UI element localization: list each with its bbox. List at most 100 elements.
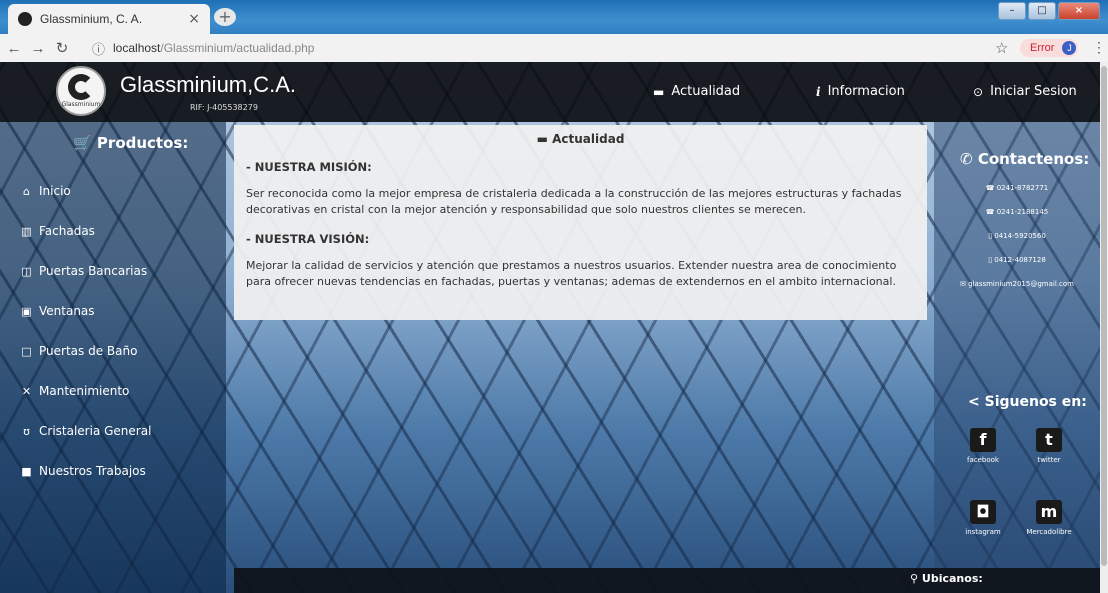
profile-error-button[interactable]: Error J: [1020, 39, 1079, 57]
sidebar-item-cristaleria[interactable]: ʊ Cristaleria General: [20, 424, 151, 438]
site-footer: ⚲ Ubicanos:: [234, 568, 1100, 593]
url-host: localhost: [113, 41, 161, 55]
vision-text: Mejorar la calidad de servicios y atenci…: [246, 259, 897, 288]
facebook-link[interactable]: f facebook: [953, 428, 1013, 464]
sidebar-item-mantenimiento[interactable]: ✕ Mantenimiento: [20, 384, 130, 398]
home-icon: ⌂: [23, 184, 30, 198]
instagram-link[interactable]: ◘ instagram: [953, 500, 1013, 536]
maximize-button[interactable]: □: [1028, 2, 1056, 20]
sidebar-item-inicio[interactable]: ⌂ Inicio: [20, 184, 71, 198]
facebook-label: facebook: [967, 456, 999, 464]
logo-mark-icon: [68, 74, 94, 100]
page-scrollbar[interactable]: [1100, 62, 1108, 593]
tab-close-icon[interactable]: ×: [188, 11, 200, 27]
sidebar-item-label: Puertas Bancarias: [39, 264, 148, 278]
sidebar-item-label: Puertas de Baño: [39, 344, 138, 358]
facebook-icon: f: [970, 428, 996, 452]
sidebar-item-label: Mantenimiento: [39, 384, 130, 398]
calendar-icon: ▬: [653, 84, 665, 99]
ubicanos-label: Ubicanos:: [921, 572, 983, 585]
contact-phone-1: ☎ 0241-8782771: [985, 184, 1049, 192]
social-title-label: Siguenos en:: [984, 394, 1087, 410]
social-title: < Siguenos en:: [968, 394, 1087, 410]
twitter-link[interactable]: t twitter: [1019, 428, 1079, 464]
forward-icon[interactable]: →: [28, 40, 48, 57]
sidebar-item-label: Fachadas: [39, 224, 95, 238]
briefcase-icon: ■: [21, 464, 32, 478]
twitter-label: twitter: [1037, 456, 1061, 464]
panel-title-label: Actualidad: [552, 132, 625, 146]
nav-actualidad-label: Actualidad: [671, 84, 741, 99]
nav-iniciar-label: Iniciar Sesion: [990, 84, 1077, 99]
instagram-icon: ◘: [970, 500, 996, 524]
mision-heading: - NUESTRA MISIÓN:: [246, 160, 372, 174]
contact-email[interactable]: ✉ glassminium2015@gmail.com: [934, 280, 1100, 288]
sidebar-item-label: Cristaleria General: [39, 424, 152, 438]
minimize-button[interactable]: –: [998, 2, 1026, 20]
site-info-icon[interactable]: ⓘ: [92, 39, 105, 58]
twitter-icon: t: [1036, 428, 1062, 452]
panel-title: ▬ Actualidad: [246, 132, 915, 146]
clock-icon: ⊙: [973, 84, 984, 99]
calendar-icon: ▬: [536, 132, 548, 146]
address-bar: ← → ↻ ⓘ localhost/Glassminium/actualidad…: [0, 34, 1108, 63]
phone-1-text: 0241-8782771: [996, 184, 1049, 192]
brand-name: Glassminium,C.A.: [120, 72, 297, 97]
scrollbar-thumb[interactable]: [1101, 66, 1107, 566]
map-pin-icon: ⚲: [910, 572, 919, 585]
mision-text: Ser reconocida como la mejor empresa de …: [246, 187, 902, 216]
contact-title-label: Contactenos:: [977, 150, 1090, 168]
sidebar-item-label: Ventanas: [39, 304, 95, 318]
sidebar-item-trabajos[interactable]: ■ Nuestros Trabajos: [20, 464, 146, 478]
nav-informacion-label: Informacion: [827, 84, 905, 99]
nav-actualidad[interactable]: ▬ Actualidad: [653, 84, 740, 99]
contact-title: ✆ Contactenos:: [960, 150, 1089, 168]
mercadolibre-link[interactable]: m Mercadolibre: [1019, 500, 1079, 536]
site-favicon-icon: [18, 12, 32, 26]
square-icon: □: [21, 344, 32, 358]
instagram-label: instagram: [965, 528, 1001, 536]
vision-heading: - NUESTRA VISIÓN:: [246, 232, 370, 246]
browser-menu-icon[interactable]: ⋮: [1092, 39, 1106, 56]
reload-icon[interactable]: ↻: [52, 39, 72, 57]
sidebar-item-puertas-bano[interactable]: □ Puertas de Baño: [20, 344, 137, 358]
site-header: Glassminium Glassminium,C.A. RIF: J-4055…: [0, 62, 1100, 122]
sidebar-item-fachadas[interactable]: ▥ Fachadas: [20, 224, 95, 238]
mercadolibre-icon: m: [1036, 500, 1062, 524]
rif-text: RIF: J-405538279: [190, 103, 258, 112]
building-icon: ▥: [21, 224, 32, 238]
back-icon[interactable]: ←: [4, 40, 24, 57]
sidebar-item-puertas-bancarias[interactable]: ◫ Puertas Bancarias: [20, 264, 147, 278]
contact-mobile-2: ▯ 0412-4087128: [988, 256, 1046, 264]
sidebar-item-label: Nuestros Trabajos: [39, 464, 146, 478]
browser-tab[interactable]: Glassminium, C. A. ×: [8, 4, 210, 34]
bookmark-star-icon[interactable]: ☆: [995, 39, 1008, 57]
products-sidebar: 🛒 Productos: ⌂ Inicio ▥ Fachadas ◫ Puertas …: [0, 122, 226, 593]
tab-title: Glassminium, C. A.: [40, 12, 143, 26]
sidebar-item-ventanas[interactable]: ▣ Ventanas: [20, 304, 95, 318]
nav-informacion[interactable]: i Informacion: [816, 84, 905, 99]
mobile-1-text: 0414-5920560: [994, 232, 1046, 240]
window-icon: ▣: [21, 304, 32, 318]
door-icon: ◫: [21, 264, 32, 278]
share-icon: <: [968, 394, 980, 410]
window-controls: – □ ×: [996, 2, 1100, 20]
tools-icon: ✕: [21, 384, 32, 398]
phone-2-text: 0241-2188145: [996, 208, 1049, 216]
nav-iniciar-sesion[interactable]: ⊙ Iniciar Sesion: [973, 84, 1077, 99]
new-tab-button[interactable]: +: [214, 8, 236, 26]
info-icon: i: [816, 84, 821, 99]
mercadolibre-label: Mercadolibre: [1026, 528, 1072, 536]
close-window-button[interactable]: ×: [1058, 2, 1100, 20]
cart-icon: 🛒: [73, 134, 92, 152]
avatar: J: [1062, 41, 1077, 55]
mobile-2-text: 0412-4087128: [994, 256, 1046, 264]
browser-tab-bar: Glassminium, C. A. × + – □ ×: [0, 0, 1108, 34]
logo-text: Glassminium: [61, 101, 101, 108]
url-input[interactable]: ⓘ localhost/Glassminium/actualidad.php: [92, 38, 972, 58]
page-background: Glassminium Glassminium,C.A. RIF: J-4055…: [0, 62, 1100, 593]
error-label: Error: [1030, 42, 1055, 54]
site-logo[interactable]: Glassminium: [56, 66, 106, 116]
url-path: /Glassminium/actualidad.php: [160, 41, 315, 55]
phone-icon: ✆: [960, 150, 973, 168]
